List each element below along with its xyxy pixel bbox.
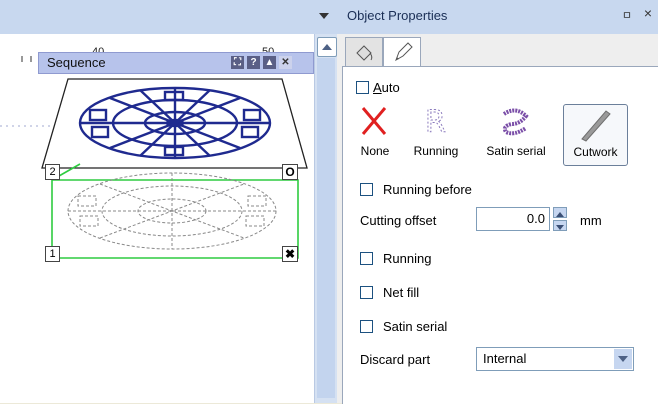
satin-serial-label: Satin serial xyxy=(383,319,448,334)
stitch-type-label: Cutwork xyxy=(573,145,618,159)
canvas-graphics xyxy=(0,78,308,259)
discard-part-select[interactable]: Internal xyxy=(476,347,634,371)
discard-part-label: Discard part xyxy=(360,352,431,367)
fit-icon[interactable]: ⛶ xyxy=(231,56,244,69)
help-icon[interactable]: ? xyxy=(247,56,260,69)
svg-text:R: R xyxy=(425,105,446,140)
pin-icon[interactable]: ㅁ xyxy=(622,7,632,23)
net-fill-label: Net fill xyxy=(383,285,420,300)
layer-toggle-button[interactable]: O xyxy=(282,164,298,180)
tab-fill[interactable] xyxy=(345,37,383,66)
properties-title-bar: Object Properties ㅁ × xyxy=(337,0,658,34)
satin-serial-checkbox[interactable] xyxy=(360,320,373,333)
scroll-track[interactable] xyxy=(317,58,335,398)
cutting-offset-spinner[interactable] xyxy=(553,207,567,231)
cutting-offset-label: Cutting offset xyxy=(360,213,437,228)
paint-bucket-icon xyxy=(356,45,373,61)
auto-label: Auto xyxy=(373,80,400,95)
cutting-offset-input[interactable]: 0.0 xyxy=(476,207,550,231)
stitch-type-label: None xyxy=(360,144,390,158)
stitch-type-none[interactable]: None xyxy=(355,102,395,168)
satin-s-icon xyxy=(502,108,529,136)
discard-part-value: Internal xyxy=(483,351,527,366)
running-checkbox[interactable] xyxy=(360,252,373,265)
design-canvas-pane: 40 50 Sequence ⛶ ? ▲ ✕ 2 O 1 ✖ xyxy=(0,0,338,403)
cutting-offset-unit: mm xyxy=(580,213,602,228)
stitch-type-satin-serial[interactable]: Satin serial xyxy=(474,102,558,168)
sequence-title: Sequence xyxy=(47,55,106,70)
properties-tabs xyxy=(337,34,658,68)
vertical-scrollbar[interactable] xyxy=(314,34,338,403)
properties-title: Object Properties xyxy=(347,8,448,23)
auto-checkbox[interactable] xyxy=(356,81,369,94)
running-before-checkbox[interactable] xyxy=(360,183,373,196)
cutwork-knife-icon xyxy=(581,110,611,142)
net-fill-checkbox[interactable] xyxy=(360,286,373,299)
layer-delete-button[interactable]: ✖ xyxy=(282,246,298,262)
stitch-type-label: Satin serial xyxy=(486,144,546,158)
running-r-icon: R xyxy=(425,105,447,141)
close-icon[interactable]: ✕ xyxy=(279,56,292,69)
spin-down-button[interactable] xyxy=(553,220,567,231)
layer-index-label: 1 xyxy=(45,246,60,262)
tab-stitch[interactable] xyxy=(383,37,421,68)
running-label: Running xyxy=(383,251,432,266)
sequence-toolbar: Sequence ⛶ ? ▲ ✕ xyxy=(38,52,314,74)
layer-index-label: 2 xyxy=(45,164,60,180)
close-icon[interactable]: × xyxy=(644,5,652,21)
running-before-label: Running before xyxy=(383,182,472,197)
collapse-icon[interactable]: ▲ xyxy=(263,56,276,69)
pencil-icon xyxy=(395,42,413,62)
stitch-type-label: Running xyxy=(413,144,459,158)
stitch-type-cutwork[interactable]: Cutwork xyxy=(563,104,628,166)
canvas-area[interactable] xyxy=(0,34,314,403)
canvas-toolbar xyxy=(0,0,337,34)
spin-up-button[interactable] xyxy=(553,207,567,218)
red-x-icon xyxy=(361,107,387,135)
stitch-type-running[interactable]: R Running xyxy=(405,102,467,168)
scroll-up-button[interactable] xyxy=(317,37,337,57)
chevron-down-icon[interactable] xyxy=(614,349,632,369)
toolbar-dropdown-icon[interactable] xyxy=(319,13,329,19)
